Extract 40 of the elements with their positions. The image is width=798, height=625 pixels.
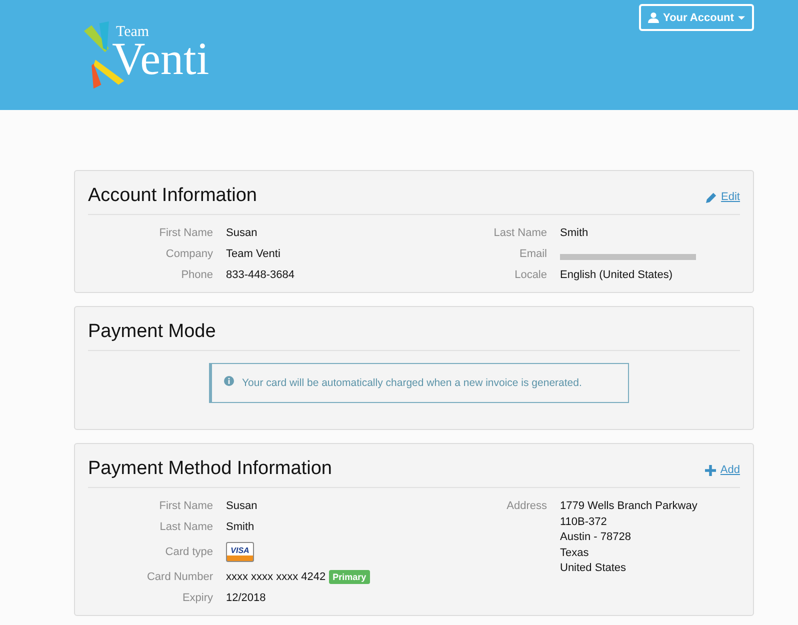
card-title: Payment Method Information xyxy=(88,457,332,480)
field-label: Expiry xyxy=(181,592,213,605)
field-value: Susan xyxy=(226,227,258,240)
edit-link[interactable]: Edit xyxy=(706,182,740,203)
field-value: 12/2018 xyxy=(226,592,267,605)
field-value: xxxx xxxx xxxx 4242 xyxy=(226,570,326,584)
card-brand-icon: VISA xyxy=(226,542,254,562)
plus-icon xyxy=(705,464,716,476)
user-icon xyxy=(648,12,660,23)
field-label: Company xyxy=(164,248,213,261)
info-icon xyxy=(224,376,234,386)
card-title: Account Information xyxy=(88,184,257,207)
address-line: Austin - 78728 xyxy=(560,531,632,544)
caret-icon xyxy=(738,16,745,20)
card-title: Payment Mode xyxy=(88,320,216,343)
account-menu-button[interactable]: Your Account xyxy=(639,4,754,31)
field-label: Card type xyxy=(164,546,213,558)
field-label: First Name xyxy=(158,500,213,513)
field-label: Last Name xyxy=(158,521,213,534)
field-value: Susan xyxy=(226,500,258,513)
address-line: 1779 Wells Branch Parkway xyxy=(560,500,698,513)
field-value: Smith xyxy=(560,227,590,240)
add-link[interactable]: Add xyxy=(705,455,740,476)
address-line: 110B-372 xyxy=(560,516,608,528)
address-line: United States xyxy=(560,562,628,575)
field-label: First Name xyxy=(158,227,213,240)
field-label: Address xyxy=(506,500,547,513)
field-value: Team Venti xyxy=(226,248,282,261)
field-label: Card Number xyxy=(146,570,213,584)
address-line: Texas xyxy=(560,546,590,560)
field-label: Last Name xyxy=(492,227,547,240)
field-label: Locale xyxy=(514,269,547,282)
primary-badge: Primary xyxy=(328,570,370,584)
field-label: Phone xyxy=(180,269,213,282)
field-value: Smith xyxy=(226,521,256,534)
field-value: English (United States) xyxy=(560,269,674,282)
field-label: Email xyxy=(518,248,547,261)
field-value: 833-448-3684 xyxy=(226,269,296,282)
pencil-icon xyxy=(706,192,718,202)
notice-text: Your card will be automatically charged when a new invoice is generated. xyxy=(242,377,582,389)
